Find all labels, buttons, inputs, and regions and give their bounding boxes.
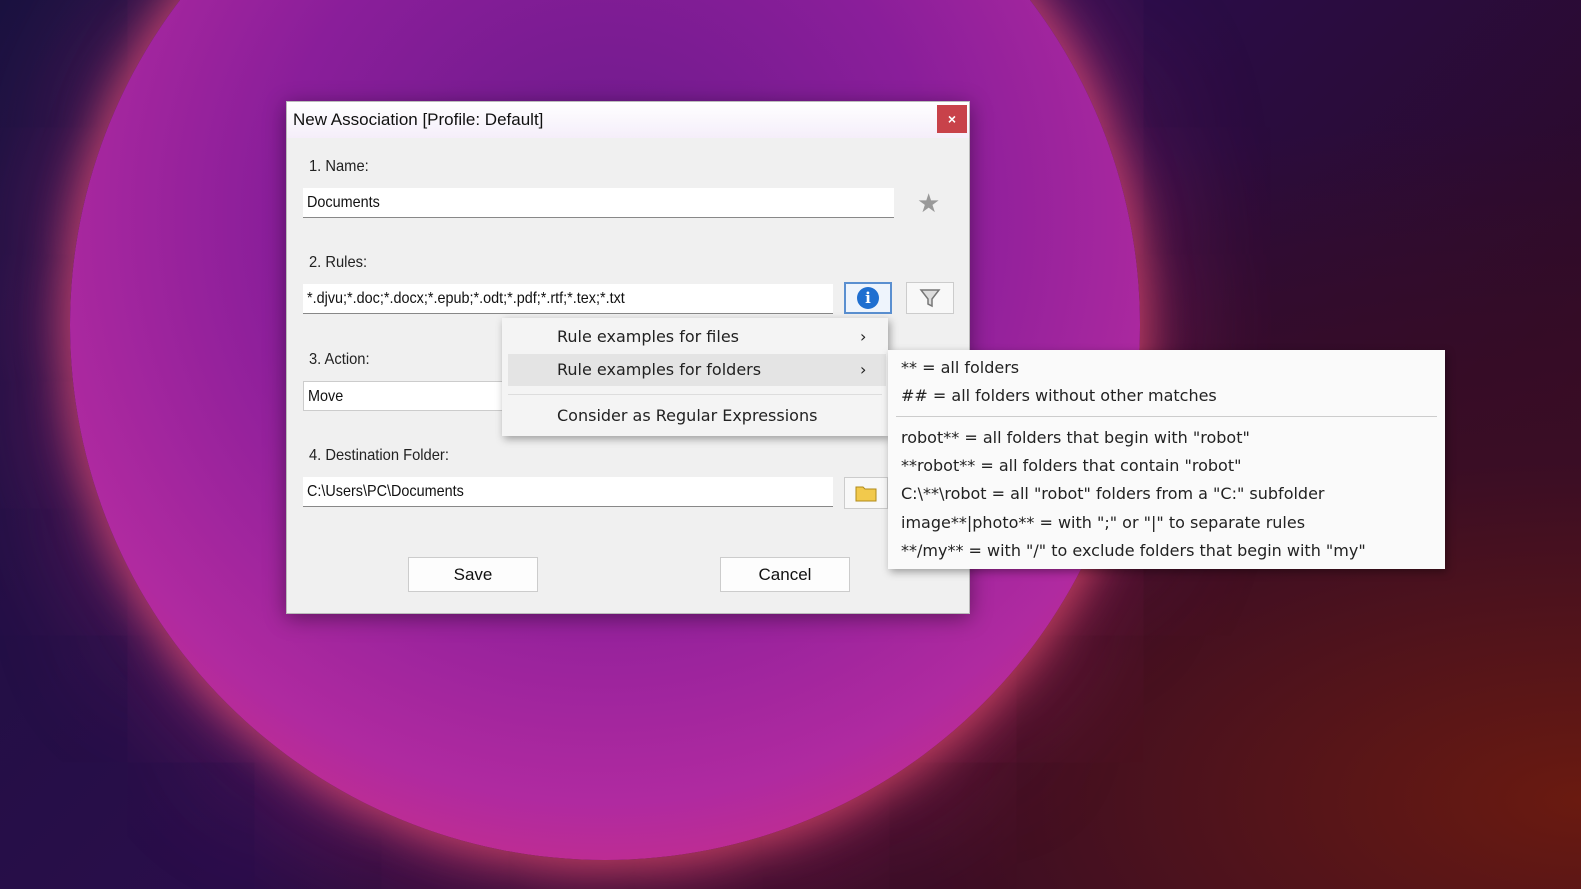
cancel-button[interactable]: Cancel [720,557,850,592]
rules-value: *.djvu;*.doc;*.docx;*.epub;*.odt;*.pdf;*… [307,290,625,307]
info-icon: i [857,287,879,309]
menu-item-file-examples[interactable]: Rule examples for files [557,327,739,346]
destination-value: C:\Users\PC\Documents [307,483,464,500]
submenu-item[interactable]: C:\**\robot = all "robot" folders from a… [901,484,1325,503]
filter-icon [919,289,941,308]
submenu-item[interactable]: image**|photo** = with ";" or "|" to sep… [901,513,1305,532]
submenu-item[interactable]: **robot** = all folders that contain "ro… [901,456,1241,475]
rules-info-menu: Rule examples for files › Rule examples … [502,318,888,436]
chevron-right-icon: › [860,327,867,346]
name-label: 1. Name: [309,158,369,175]
title-bar: New Association [Profile: Default] × [287,102,969,138]
name-value: Documents [307,194,380,211]
menu-divider [508,394,882,395]
close-button[interactable]: × [937,105,967,133]
submenu-divider [896,416,1437,417]
submenu-item[interactable]: ## = all folders without other matches [901,386,1217,405]
menu-item-regex[interactable]: Consider as Regular Expressions [557,406,817,425]
info-button[interactable]: i [844,282,892,314]
destination-input[interactable]: C:\Users\PC\Documents [303,477,833,507]
menu-item-folder-examples[interactable]: Rule examples for folders [557,360,761,379]
folder-examples-submenu: ** = all folders ## = all folders withou… [888,350,1445,569]
submenu-item[interactable]: robot** = all folders that begin with "r… [901,428,1250,447]
rules-input[interactable]: *.djvu;*.doc;*.docx;*.epub;*.odt;*.pdf;*… [303,284,833,314]
chevron-right-icon: › [860,360,867,379]
dialog-title: New Association [Profile: Default] [293,110,544,129]
save-button[interactable]: Save [408,557,538,592]
action-value: Move [308,388,344,405]
browse-folder-button[interactable] [844,477,888,509]
submenu-item[interactable]: **/my** = with "/" to exclude folders th… [901,541,1366,560]
filter-button[interactable] [906,282,954,314]
submenu-item[interactable]: ** = all folders [901,358,1019,377]
destination-label: 4. Destination Folder: [309,447,449,464]
star-icon[interactable]: ★ [917,188,940,219]
folder-icon [855,486,877,502]
rules-label: 2. Rules: [309,254,368,271]
name-input[interactable]: Documents [303,188,894,218]
action-label: 3. Action: [309,351,370,368]
